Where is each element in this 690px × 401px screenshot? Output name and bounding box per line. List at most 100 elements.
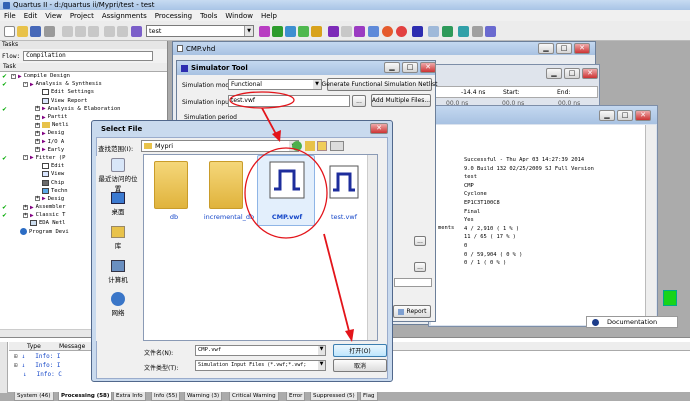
tab-warning[interactable]: Warning (3) xyxy=(184,392,223,401)
design-partition-icon[interactable] xyxy=(298,26,309,37)
message-row[interactable]: ⊞ ↓ Info: I xyxy=(14,362,61,370)
minimize-button[interactable]: ▁ xyxy=(538,43,554,54)
place-recent[interactable]: 最近访问的位置 xyxy=(96,158,140,193)
project-combo[interactable]: test ▼ xyxy=(146,25,254,37)
menu-project[interactable]: Project xyxy=(70,12,94,20)
save-icon[interactable] xyxy=(30,26,41,37)
message-row[interactable]: ⊞ ↓ Info: I xyxy=(14,353,61,361)
open-folder-icon[interactable] xyxy=(17,26,28,37)
expand-icon[interactable]: + xyxy=(35,130,40,136)
copy-icon[interactable] xyxy=(75,26,86,37)
restore-button[interactable]: □ xyxy=(556,43,572,54)
menu-window[interactable]: Window xyxy=(225,12,253,20)
chip-editor-icon[interactable] xyxy=(458,26,469,37)
task-run-icon[interactable]: ▶ xyxy=(42,130,46,137)
report-icon[interactable] xyxy=(428,26,439,37)
browse-button[interactable]: ... xyxy=(414,236,426,246)
tab-critical-warning[interactable]: Critical Warning xyxy=(229,392,279,401)
task-run-icon[interactable]: ▶ xyxy=(42,105,46,112)
documentation-button[interactable]: Documentation xyxy=(586,316,678,328)
report-button[interactable]: Report xyxy=(393,305,431,318)
tab-info[interactable]: Info (55) xyxy=(151,392,181,401)
file-item-folder[interactable]: incremental_db xyxy=(201,157,257,225)
menu-processing[interactable]: Processing xyxy=(155,12,192,20)
expand-icon[interactable]: + xyxy=(35,147,40,153)
place-desktop[interactable]: 桌面 xyxy=(96,192,140,216)
task-row[interactable]: ✔ - ▶ Analysis & Synthesis xyxy=(0,80,167,88)
start-simulation-icon[interactable] xyxy=(412,26,423,37)
tab-flag[interactable]: Flag xyxy=(360,392,378,401)
menu-view[interactable]: View xyxy=(45,12,62,20)
expand-icon[interactable]: + xyxy=(35,114,40,120)
task-run-icon[interactable]: ▶ xyxy=(30,212,34,219)
file-item-vwf[interactable]: CMP.vwf xyxy=(257,155,315,226)
analysis-icon[interactable] xyxy=(354,26,365,37)
add-multiple-files-button[interactable]: Add Multiple Files... xyxy=(371,94,431,107)
task-run-icon[interactable]: ▶ xyxy=(42,146,46,153)
timing-analyzer-icon[interactable] xyxy=(368,26,379,37)
timer-icon[interactable] xyxy=(382,26,393,37)
filetype-select[interactable]: Simulation Input Files (*.vwf;*.vwf; xyxy=(195,360,326,371)
chevron-down-icon[interactable]: ▼ xyxy=(313,80,321,89)
task-row[interactable]: ✔ - ▶ Compile Design xyxy=(0,72,167,80)
menu-edit[interactable]: Edit xyxy=(24,12,38,20)
tab-system[interactable]: System (46) xyxy=(14,392,54,401)
tab-error[interactable]: Error xyxy=(286,392,306,401)
place-network[interactable]: 网络 xyxy=(96,292,140,317)
cancel-button[interactable]: 取消 xyxy=(333,359,387,372)
sim-mode-select[interactable]: Functional ▼ xyxy=(228,79,322,90)
task-row[interactable]: ✔ + ▶ Analysis & Elaboration xyxy=(0,105,167,113)
message-row[interactable]: ↓ Info: C xyxy=(14,371,62,379)
collapse-icon[interactable]: - xyxy=(11,73,16,79)
minimize-button[interactable]: ▁ xyxy=(384,62,400,73)
close-button[interactable]: ✕ xyxy=(370,123,388,134)
tab-extra-info[interactable]: Extra Info xyxy=(113,392,146,401)
task-run-icon[interactable]: ▶ xyxy=(42,138,46,145)
menu-help[interactable]: Help xyxy=(261,12,277,20)
file-item-vwf[interactable]: test.vwf xyxy=(316,157,372,225)
expand-icon[interactable]: + xyxy=(23,212,28,218)
pin-planner-icon[interactable] xyxy=(272,26,283,37)
restore-button[interactable]: □ xyxy=(402,62,418,73)
file-item-folder[interactable]: db xyxy=(146,157,202,225)
collapse-icon[interactable]: - xyxy=(23,155,28,161)
chevron-down-icon[interactable]: ▼ xyxy=(244,26,253,36)
filename-input[interactable]: CMP.vwf xyxy=(195,345,326,356)
task-run-icon[interactable]: ▶ xyxy=(42,114,46,121)
task-run-icon[interactable]: ▶ xyxy=(30,81,34,88)
undo-icon[interactable] xyxy=(104,26,115,37)
paste-icon[interactable] xyxy=(88,26,99,37)
rtl-viewer-icon[interactable] xyxy=(472,26,483,37)
redo-icon[interactable] xyxy=(117,26,128,37)
menu-assignments[interactable]: Assignments xyxy=(102,12,147,20)
help-icon[interactable] xyxy=(131,26,142,37)
restore-button[interactable]: □ xyxy=(564,68,580,79)
expand-icon[interactable]: + xyxy=(35,106,40,112)
collapse-icon[interactable]: - xyxy=(23,81,28,87)
look-in-select[interactable]: Mypri ▼ xyxy=(141,140,299,152)
menu-tools[interactable]: Tools xyxy=(200,12,217,20)
new-folder-icon[interactable] xyxy=(317,141,327,151)
chip-planner-icon[interactable] xyxy=(285,26,296,37)
task-run-icon[interactable]: ▶ xyxy=(30,154,34,161)
print-icon[interactable] xyxy=(44,26,55,37)
start-compilation-icon[interactable] xyxy=(328,26,339,37)
expand-icon[interactable]: ⊞ xyxy=(14,353,18,360)
minimize-button[interactable]: ▁ xyxy=(599,110,615,121)
programmer-icon[interactable] xyxy=(442,26,453,37)
view-menu-icon[interactable] xyxy=(330,141,344,151)
up-folder-icon[interactable] xyxy=(305,141,315,151)
minimize-button[interactable]: ▁ xyxy=(546,68,562,79)
generate-netlist-button[interactable]: Generate Functional Simulation Netlist xyxy=(322,78,437,91)
task-row[interactable]: View Report xyxy=(0,97,167,105)
chevron-down-icon[interactable]: ▼ xyxy=(318,361,325,370)
tab-suppressed[interactable]: Suppressed (5) xyxy=(310,392,358,401)
help-question-icon[interactable] xyxy=(485,26,496,37)
settings-icon[interactable] xyxy=(259,26,270,37)
new-file-icon[interactable] xyxy=(4,26,15,37)
task-run-icon[interactable]: ▶ xyxy=(30,204,34,211)
close-button[interactable]: ✕ xyxy=(420,62,436,73)
task-run-icon[interactable]: ▶ xyxy=(18,73,22,80)
expand-icon[interactable]: + xyxy=(23,204,28,210)
sim-input-field[interactable]: test.vwf xyxy=(228,95,350,107)
